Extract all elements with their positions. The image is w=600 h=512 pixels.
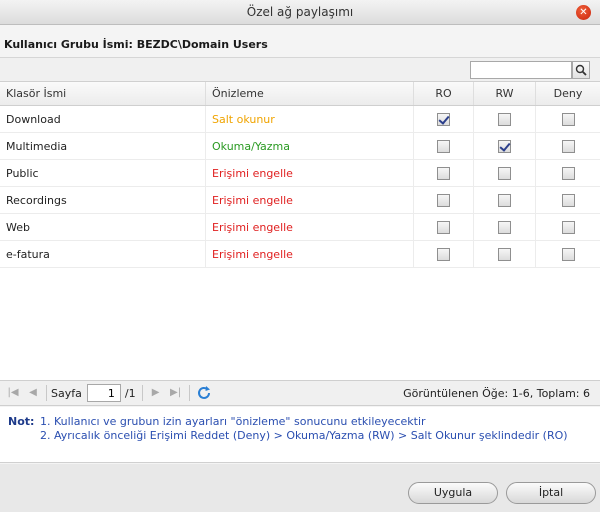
ro-checkbox[interactable] <box>437 139 450 153</box>
permission-preview: Erişimi engelle <box>206 241 414 267</box>
permission-preview: Salt okunur <box>206 106 414 132</box>
toolbar-separator <box>188 385 190 401</box>
header-deny[interactable]: Deny <box>536 82 600 105</box>
permission-preview: Erişimi engelle <box>206 187 414 213</box>
table-row[interactable]: Download Salt okunur <box>0 106 600 133</box>
header-preview[interactable]: Önizleme <box>206 82 414 105</box>
permission-preview: Erişimi engelle <box>206 160 414 186</box>
dialog-footer: Uygula İptal <box>0 464 600 512</box>
folder-name: Web <box>0 214 206 240</box>
table-row[interactable]: Multimedia Okuma/Yazma <box>0 133 600 160</box>
rw-checkbox[interactable] <box>498 112 511 126</box>
search-bar <box>0 58 600 82</box>
note-line-1: 1. Kullanıcı ve grubun izin ayarları "ön… <box>40 415 426 428</box>
table-row[interactable]: Public Erişimi engelle <box>0 160 600 187</box>
apply-button[interactable]: Uygula <box>408 482 498 504</box>
toolbar-separator <box>46 385 47 401</box>
ro-checkbox[interactable] <box>437 247 450 261</box>
search-button[interactable] <box>572 61 590 79</box>
search-input[interactable] <box>470 61 572 79</box>
page-label: Sayfa <box>51 386 82 400</box>
cancel-button[interactable]: İptal <box>506 482 596 504</box>
rw-checkbox[interactable] <box>498 220 511 234</box>
permission-preview: Erişimi engelle <box>206 214 414 240</box>
permission-preview: Okuma/Yazma <box>206 133 414 159</box>
deny-checkbox[interactable] <box>561 139 575 153</box>
note-label: Not: <box>8 415 35 428</box>
prev-page-icon[interactable]: ◀ <box>26 386 40 400</box>
ro-checkbox[interactable] <box>437 220 450 234</box>
page-number-input[interactable] <box>86 384 121 402</box>
header-folder-name[interactable]: Klasör İsmi <box>0 82 206 105</box>
next-page-icon[interactable]: ▶ <box>149 386 163 400</box>
table-row[interactable]: Web Erişimi engelle <box>0 214 600 241</box>
folder-name: Multimedia <box>0 133 206 159</box>
deny-checkbox[interactable] <box>561 193 575 207</box>
toolbar-separator <box>141 385 143 401</box>
deny-checkbox[interactable] <box>561 220 575 234</box>
rw-checkbox[interactable] <box>498 139 511 153</box>
item-count-status: Görüntülenen Öğe: 1-6, Toplam: 6 <box>403 387 590 400</box>
window-titlebar: Özel ağ paylaşımı ✕ <box>0 0 600 25</box>
last-page-icon[interactable]: ▶| <box>169 386 183 400</box>
folder-name: e-fatura <box>0 241 206 267</box>
ro-checkbox[interactable] <box>437 193 450 207</box>
header-rw[interactable]: RW <box>474 82 536 105</box>
header-ro[interactable]: RO <box>414 82 474 105</box>
first-page-icon[interactable]: |◀ <box>6 386 20 400</box>
deny-checkbox[interactable] <box>561 112 575 126</box>
note-line-2: 2. Ayrıcalık önceliği Erişimi Reddet (De… <box>40 429 568 442</box>
rw-checkbox[interactable] <box>498 193 511 207</box>
folder-name: Public <box>0 160 206 186</box>
close-icon[interactable]: ✕ <box>576 5 591 20</box>
deny-checkbox[interactable] <box>561 166 575 180</box>
refresh-icon[interactable] <box>196 385 212 401</box>
page-total: /1 <box>124 386 136 400</box>
rw-checkbox[interactable] <box>498 247 511 261</box>
folder-permission-table: Klasör İsmi Önizleme RO RW Deny Download… <box>0 82 600 268</box>
search-icon <box>575 64 587 76</box>
ro-checkbox[interactable] <box>437 112 450 126</box>
ro-checkbox[interactable] <box>437 166 450 180</box>
folder-name: Download <box>0 106 206 132</box>
notes-section: Not: 1. Kullanıcı ve grubun izin ayarlar… <box>0 407 600 463</box>
folder-name: Recordings <box>0 187 206 213</box>
deny-checkbox[interactable] <box>561 247 575 261</box>
table-row[interactable]: e-fatura Erişimi engelle <box>0 241 600 268</box>
group-name-label: Kullanıcı Grubu İsmi: BEZDC\Domain Users <box>0 32 600 58</box>
table-header: Klasör İsmi Önizleme RO RW Deny <box>0 82 600 106</box>
note-text: 1. Kullanıcı ve grubun izin ayarları "ön… <box>40 415 592 443</box>
share-panel: Klasör İsmi Önizleme RO RW Deny Download… <box>0 58 600 405</box>
table-row[interactable]: Recordings Erişimi engelle <box>0 187 600 214</box>
window-title: Özel ağ paylaşımı <box>246 5 354 19</box>
pagination-toolbar: |◀ ◀ Sayfa /1 ▶ ▶| Görüntülenen Öğe: 1-6… <box>0 380 600 406</box>
rw-checkbox[interactable] <box>498 166 511 180</box>
